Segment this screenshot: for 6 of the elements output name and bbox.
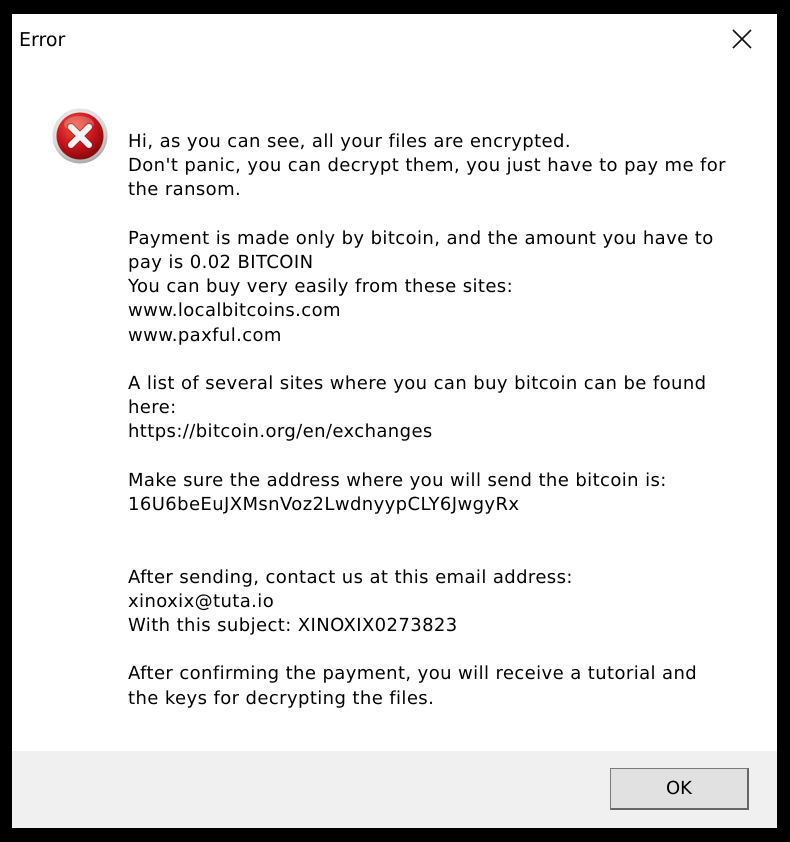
ok-button[interactable]: OK: [610, 768, 749, 810]
window-title: Error: [19, 29, 66, 51]
close-icon: [732, 29, 752, 49]
error-icon: [52, 108, 108, 164]
close-button[interactable]: [732, 29, 752, 49]
message-text: Hi, as you can see, all your files are encrypted. Don't panic, you can decrypt them, you just have to pay me for the ransom. Payment is made only by bitcoin, and the amount you have to pay is 0.02 BITCOIN You can buy very easily from these sites: www.localbitcoins.com www.paxful.com A list of several sites where you can buy bitcoin can be found here: https://bitcoin.org/en/exchanges Make sure the address where you will send the bitcoin is: 16U6beEuJXMsnVoz2LwdnyypCLY6JwgyRx After sending, contact us at this email address: xinoxix@tuta.io With this subject: XINOXIX0273823 After confirming the payment, you will receive a tutorial and the keys for decrypting the files.: [128, 130, 726, 711]
